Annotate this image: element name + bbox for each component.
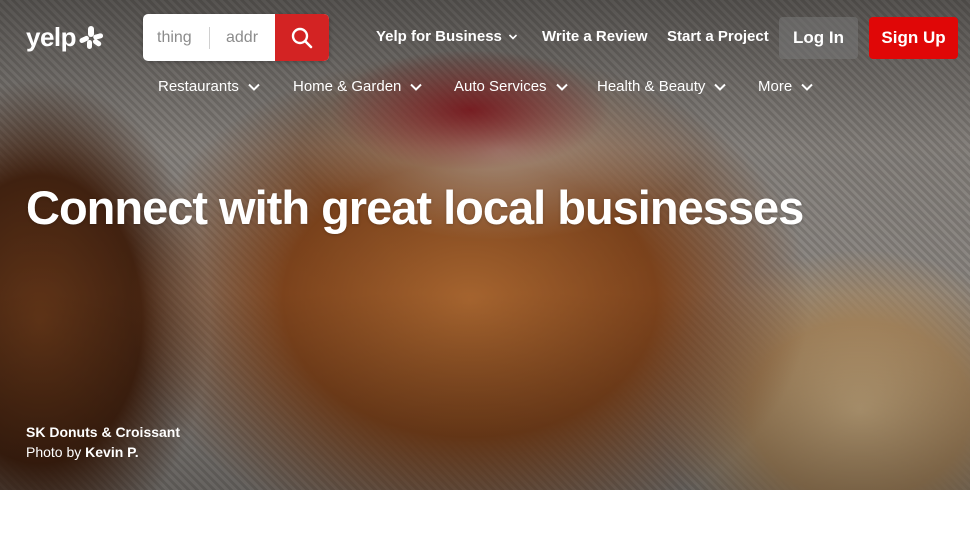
category-label: More [758,78,793,95]
chevron-down-icon [555,83,568,91]
category-home-garden[interactable]: Home & Garden [293,78,423,95]
write-review-link[interactable]: Write a Review [542,28,648,45]
start-project-label: Start a Project [667,28,769,45]
search-icon [291,27,313,48]
chevron-down-icon [801,83,813,91]
chevron-down-icon [714,83,727,91]
yelp-logo[interactable]: yelp [26,22,104,53]
yelp-for-business-dropdown[interactable]: Yelp for Business [376,28,518,45]
chevron-down-icon [410,83,423,91]
photographer-link[interactable]: Kevin P. [85,444,138,460]
write-review-label: Write a Review [542,28,648,45]
login-label: Log In [793,28,844,47]
login-button[interactable]: Log In [779,17,858,59]
find-input[interactable] [143,14,209,61]
hero-overlay [0,0,970,490]
category-label: Health & Beauty [597,78,706,95]
business-name-link[interactable]: SK Donuts & Croissant [26,422,180,442]
signup-label: Sign Up [881,28,946,47]
search-button[interactable] [275,14,329,61]
search-bar [143,14,329,61]
photo-credit: SK Donuts & Croissant Photo by Kevin P. [26,422,180,462]
yelp-burst-icon [79,25,104,49]
yelp-for-business-label: Yelp for Business [376,28,502,45]
near-input[interactable] [210,14,276,61]
category-label: Home & Garden [293,78,402,95]
category-restaurants[interactable]: Restaurants [158,78,261,95]
logo-text: yelp [26,22,77,52]
chevron-down-icon [248,83,260,91]
chevron-down-icon [508,33,517,40]
hero-image [0,0,970,490]
category-health-beauty[interactable]: Health & Beauty [597,78,727,95]
category-more[interactable]: More [758,78,814,95]
category-label: Restaurants [158,78,239,95]
hero-headline: Connect with great local businesses [26,181,804,234]
start-project-link[interactable]: Start a Project [667,28,769,45]
signup-button[interactable]: Sign Up [869,17,958,59]
category-auto-services[interactable]: Auto Services [454,78,569,95]
category-label: Auto Services [454,78,547,95]
photo-by-label: Photo by [26,444,82,460]
